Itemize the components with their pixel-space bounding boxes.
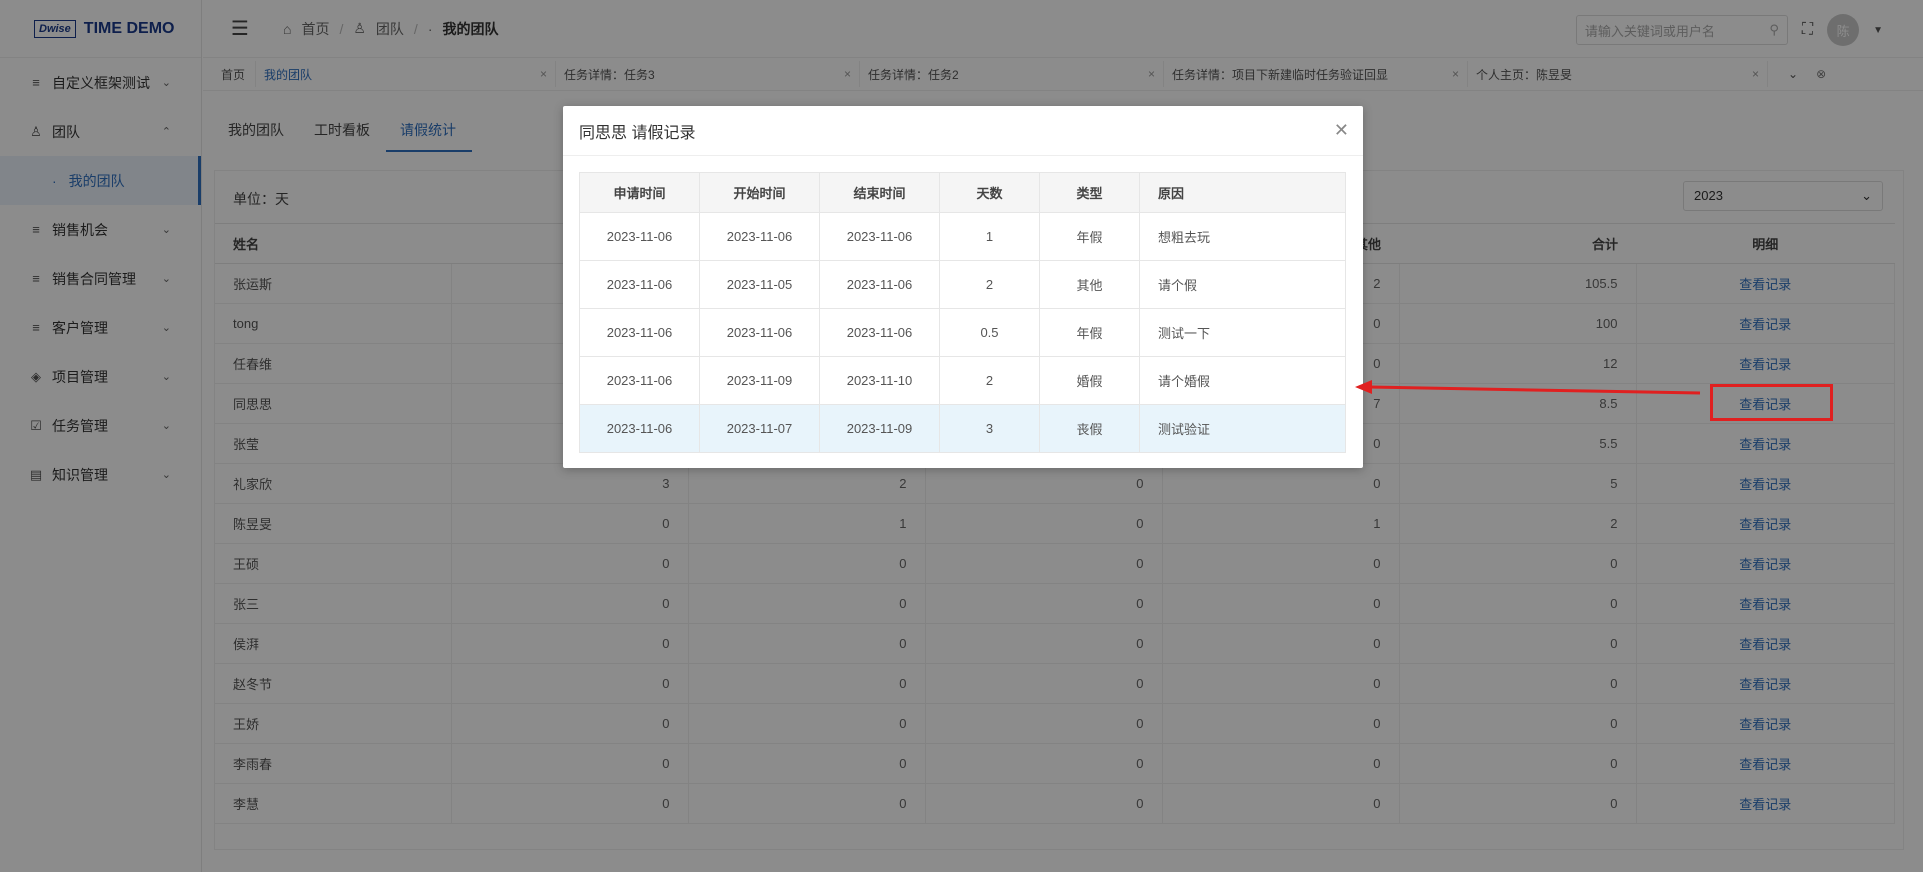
annotation-arrow <box>1355 380 1701 395</box>
